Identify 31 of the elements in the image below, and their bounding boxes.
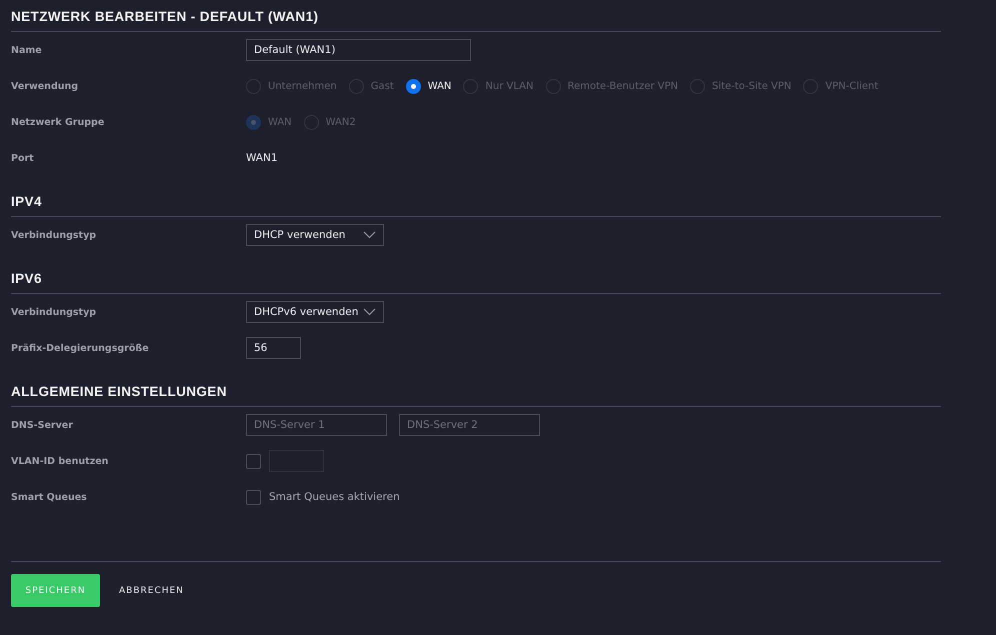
- field-label: DNS-Server: [11, 420, 74, 430]
- field-label: Name: [11, 44, 43, 56]
- field-label: VLAN-ID benutzen: [11, 456, 110, 466]
- field-label: Verwendung: [11, 80, 80, 92]
- checkbox-label: Smart Queues aktivieren: [269, 491, 400, 503]
- chevron-down-icon: [363, 231, 376, 239]
- field-label: Verbindungstyp: [11, 306, 98, 318]
- field-label: Netzwerk Gruppe: [11, 116, 106, 128]
- radio-option[interactable]: WAN: [406, 78, 452, 94]
- field-label: Präfix-Delegierungsgröße: [11, 342, 150, 354]
- page-title: NETZWERK BEARBEITEN - DEFAULT (WAN1): [11, 9, 941, 32]
- dropdown-value: DHCP verwenden: [254, 229, 346, 241]
- cancel-button[interactable]: ABBRECHEN: [108, 574, 195, 607]
- checkbox[interactable]: [246, 490, 261, 504]
- field-label: Port: [11, 152, 35, 164]
- section-heading: IPV6: [11, 271, 941, 294]
- section-heading: IPV4: [11, 194, 941, 217]
- dropdown[interactable]: DHCP verwenden: [246, 224, 384, 246]
- checkbox[interactable]: [246, 454, 261, 468]
- field-label: Verbindungstyp: [11, 230, 98, 240]
- field-label: Smart Queues: [11, 492, 88, 502]
- text-field[interactable]: DNS-Server 2: [399, 414, 540, 436]
- text-field[interactable]: DNS-Server 1: [246, 414, 387, 436]
- save-button[interactable]: SPEICHERN: [11, 574, 100, 607]
- dropdown-value: DHCPv6 verwenden: [254, 306, 358, 318]
- number-field[interactable]: 56: [246, 337, 301, 359]
- dropdown[interactable]: DHCPv6 verwenden: [246, 301, 384, 323]
- text-field[interactable]: Default (WAN1): [246, 39, 471, 61]
- section-heading: ALLGEMEINE EINSTELLUNGEN: [11, 384, 941, 407]
- chevron-down-icon: [363, 308, 376, 316]
- field-value: WAN1: [246, 152, 278, 164]
